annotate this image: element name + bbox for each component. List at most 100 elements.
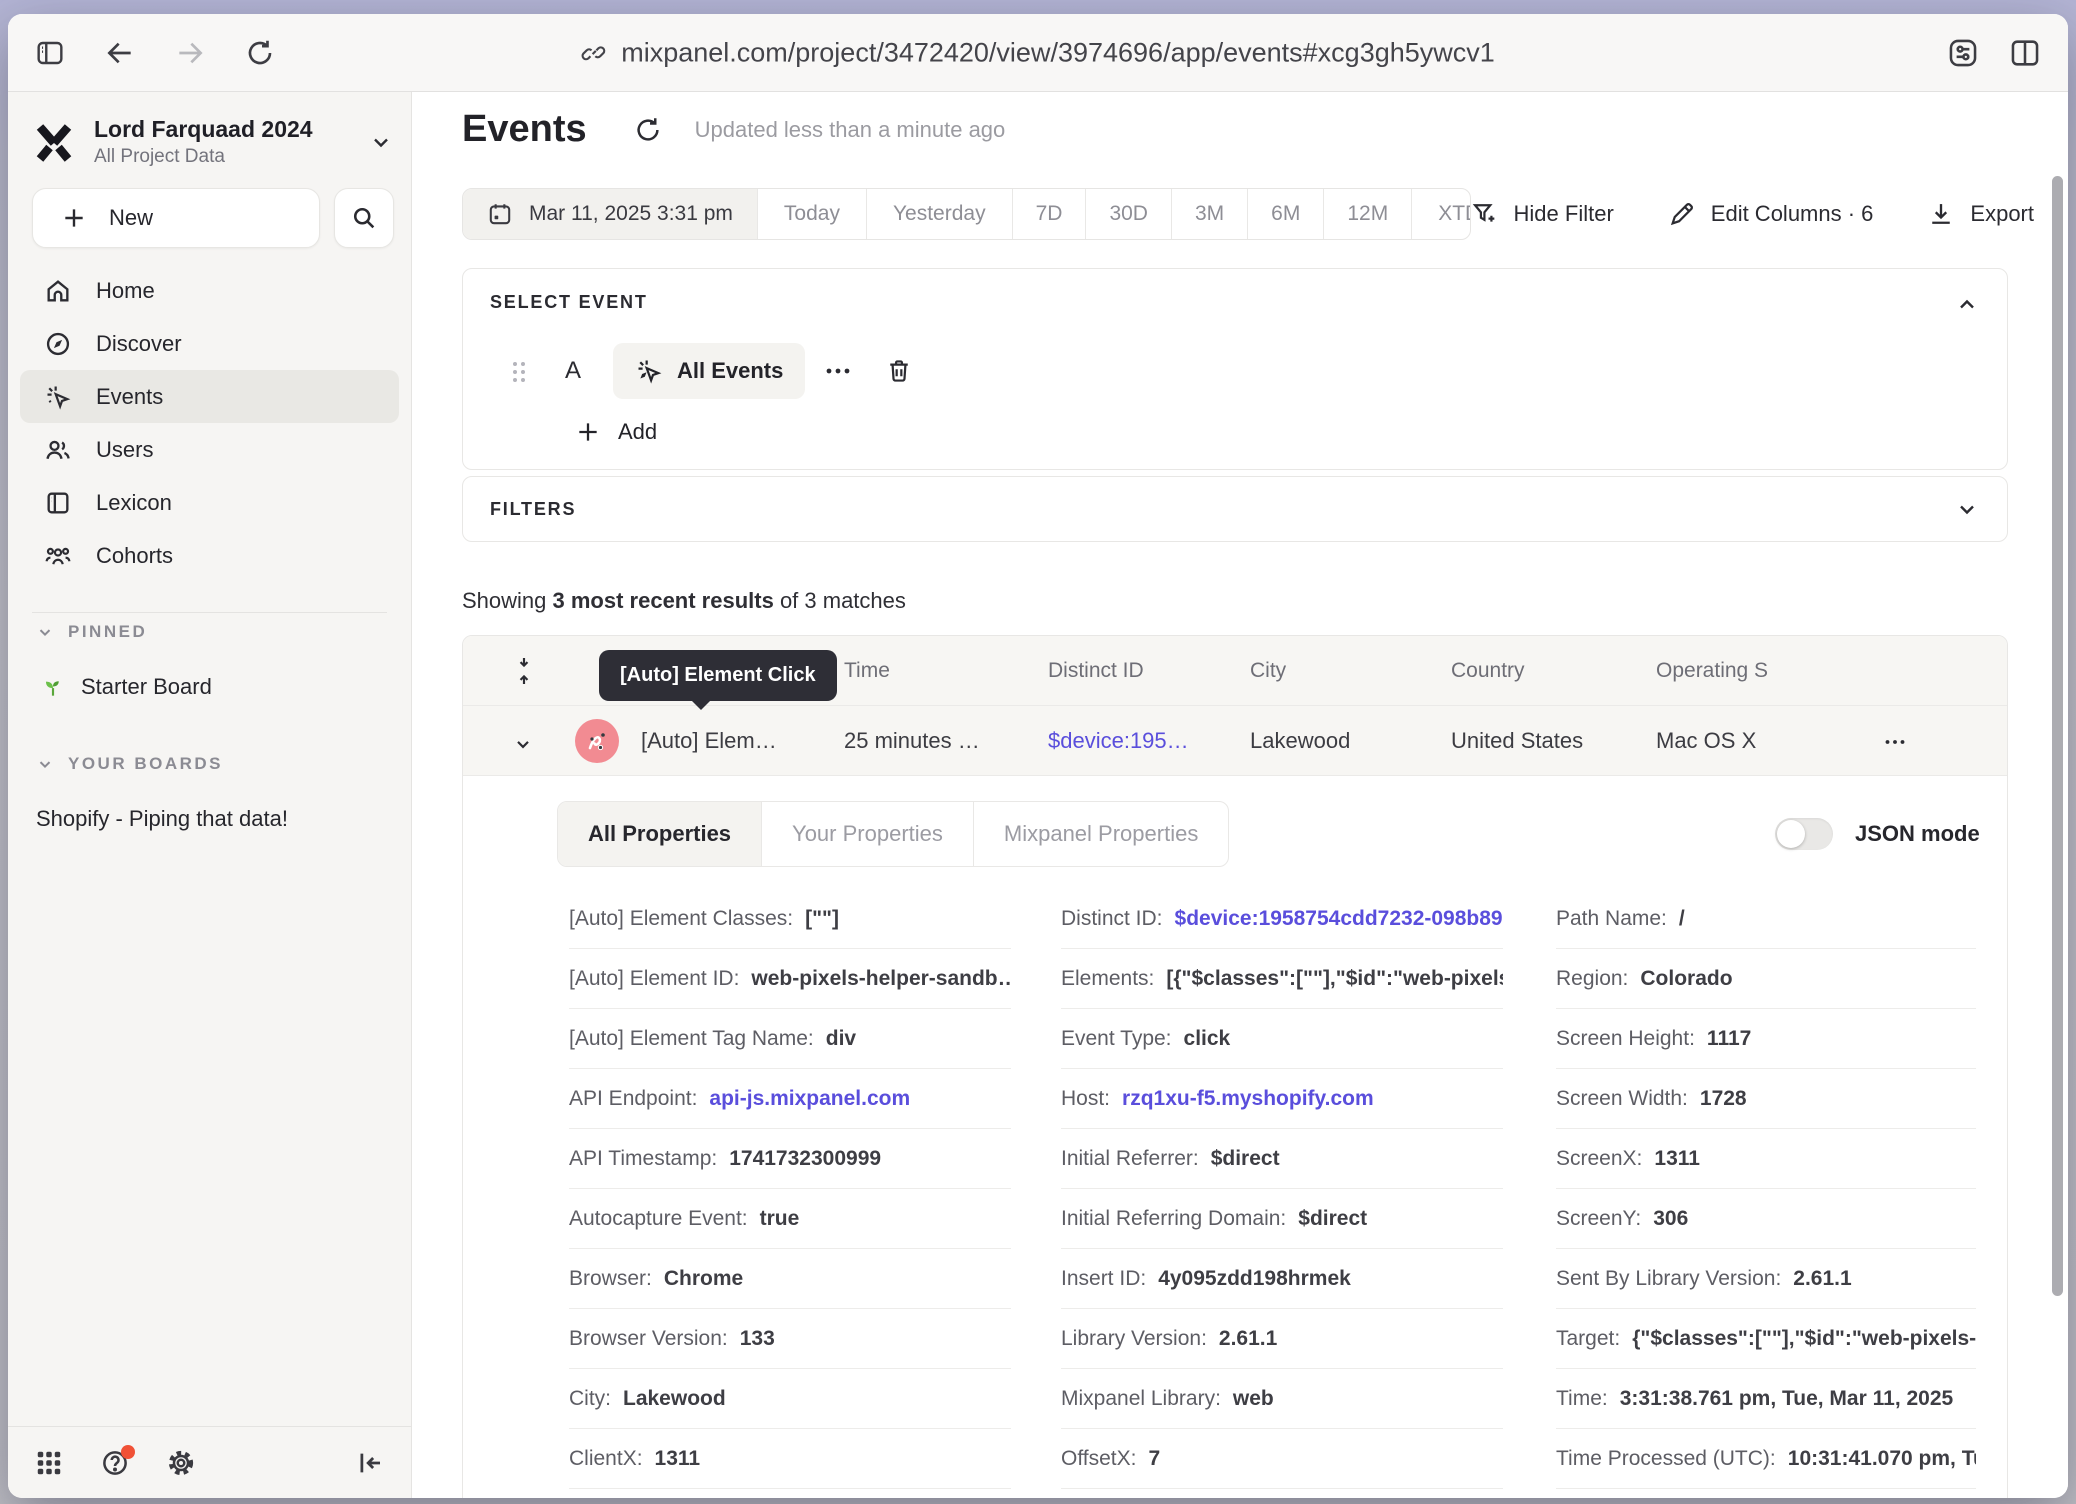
- property-row: Insert ID:4y095zdd198hrmek: [1061, 1249, 1503, 1309]
- back-icon[interactable]: [104, 37, 136, 69]
- column-header-time[interactable]: Time: [844, 659, 890, 683]
- refresh-results-icon[interactable]: [633, 115, 663, 145]
- chevron-down-icon[interactable]: [513, 734, 533, 754]
- column-header-country[interactable]: Country: [1451, 659, 1525, 683]
- property-row: Event Type:click: [1061, 1009, 1503, 1069]
- sidebar-item-label: Lexicon: [96, 490, 172, 516]
- column-header-city[interactable]: City: [1250, 659, 1286, 683]
- sidebar-item-label: Home: [96, 278, 155, 304]
- new-button-label: New: [109, 205, 153, 231]
- sidebar-item-events[interactable]: Events: [20, 370, 399, 423]
- plus-icon: [61, 205, 87, 231]
- your-boards-section-header[interactable]: YOUR BOARDS: [36, 754, 223, 774]
- collapse-sidebar-icon[interactable]: [355, 1448, 385, 1478]
- event-selector-chip[interactable]: All Events: [613, 343, 805, 399]
- property-row: Screen Width:1728: [1556, 1069, 1976, 1129]
- date-toolbar: Mar 11, 2025 3:31 pm Today Yesterday 7D …: [462, 188, 2034, 240]
- board-item-starter[interactable]: Starter Board: [40, 674, 212, 700]
- sprout-icon: [40, 674, 66, 700]
- help-icon[interactable]: [100, 1448, 130, 1478]
- pinned-section-header[interactable]: PINNED: [36, 622, 147, 642]
- trash-icon[interactable]: [885, 357, 913, 385]
- property-row: Mixpanel Library:web: [1061, 1369, 1503, 1429]
- search-button[interactable]: [334, 188, 394, 248]
- column-header-distinct-id[interactable]: Distinct ID: [1048, 659, 1144, 683]
- sidebar-item-lexicon[interactable]: Lexicon: [20, 476, 399, 529]
- column-header-operating-system[interactable]: Operating S: [1656, 659, 1768, 683]
- split-view-icon[interactable]: [2008, 36, 2042, 70]
- more-options-icon[interactable]: [825, 365, 851, 377]
- range-12m[interactable]: 12M: [1323, 189, 1411, 239]
- search-icon: [350, 204, 378, 232]
- range-30d[interactable]: 30D: [1085, 189, 1171, 239]
- sidebar-item-discover[interactable]: Discover: [20, 317, 399, 370]
- refresh-icon[interactable]: [244, 37, 276, 69]
- property-row: Time Processed (UTC):10:31:41.070 pm, Tu…: [1556, 1429, 1976, 1489]
- range-3m[interactable]: 3M: [1171, 189, 1247, 239]
- drag-handle-icon[interactable]: [509, 359, 529, 385]
- chevron-down-icon[interactable]: [369, 130, 393, 154]
- properties-column-2: Distinct ID:$device:1958754cdd7232-098b8…: [1061, 889, 1503, 1489]
- tab-all-properties[interactable]: All Properties: [558, 802, 761, 866]
- chevron-up-icon[interactable]: [1955, 293, 1979, 317]
- sidebar-item-cohorts[interactable]: Cohorts: [20, 529, 399, 582]
- tab-your-properties[interactable]: Your Properties: [761, 802, 973, 866]
- collapse-rows-icon[interactable]: [511, 655, 537, 687]
- property-row: Autocapture Event:true: [569, 1189, 1011, 1249]
- tab-mixpanel-properties[interactable]: Mixpanel Properties: [973, 802, 1228, 866]
- property-row: [Auto] Element Tag Name:div: [569, 1009, 1011, 1069]
- property-row: Initial Referring Domain:$direct: [1061, 1189, 1503, 1249]
- main-content: Events Updated less than a minute ago Ma…: [412, 92, 2068, 1498]
- cell-distinct-id[interactable]: $device:195…: [1048, 728, 1189, 754]
- page-title: Events: [462, 108, 587, 151]
- property-row: Distinct ID:$device:1958754cdd7232-098b8…: [1061, 889, 1503, 949]
- json-mode-toggle[interactable]: [1775, 818, 1833, 850]
- property-row: ScreenY:306: [1556, 1189, 1976, 1249]
- property-row: Browser Version:133: [569, 1309, 1011, 1369]
- gear-icon[interactable]: [166, 1448, 196, 1478]
- range-xtd[interactable]: XTD: [1411, 189, 1470, 239]
- forward-icon[interactable]: [174, 37, 206, 69]
- sidebar-item-users[interactable]: Users: [20, 423, 399, 476]
- sidebar-toggle-icon[interactable]: [34, 37, 66, 69]
- property-row: Browser:Chrome: [569, 1249, 1011, 1309]
- updated-status: Updated less than a minute ago: [695, 117, 1006, 143]
- results-summary: Showing 3 most recent results of 3 match…: [462, 588, 906, 614]
- link-icon: [581, 40, 607, 66]
- range-today[interactable]: Today: [757, 189, 866, 239]
- events-table: [Auto] Element Click Time Distinct ID Ci…: [462, 635, 2008, 1498]
- apps-grid-icon[interactable]: [34, 1448, 64, 1478]
- new-button[interactable]: New: [32, 188, 320, 248]
- range-yesterday[interactable]: Yesterday: [866, 189, 1012, 239]
- chevron-down-icon: [36, 755, 54, 773]
- sidebar-item-home[interactable]: Home: [20, 264, 399, 317]
- edit-columns-button[interactable]: Edit Columns · 6: [1668, 200, 1874, 228]
- range-7d[interactable]: 7D: [1012, 189, 1086, 239]
- event-chip-label: All Events: [677, 358, 783, 384]
- sidebar-footer: [8, 1426, 411, 1498]
- event-tooltip: [Auto] Element Click: [599, 650, 837, 701]
- cell-time: 25 minutes …: [844, 728, 980, 754]
- property-row: Library Version:2.61.1: [1061, 1309, 1503, 1369]
- board-item-shopify[interactable]: Shopify - Piping that data!: [36, 806, 288, 832]
- select-event-card: SELECT EVENT A All Events: [462, 268, 2008, 470]
- date-picker[interactable]: Mar 11, 2025 3:31 pm: [463, 189, 757, 239]
- hide-filter-button[interactable]: Hide Filter: [1471, 200, 1614, 228]
- vertical-scrollbar[interactable]: [2052, 176, 2063, 1296]
- extensions-icon[interactable]: [1946, 36, 1980, 70]
- property-row: City:Lakewood: [569, 1369, 1011, 1429]
- sidebar-item-label: Events: [96, 384, 163, 410]
- event-table-row[interactable]: [Auto] Elem… 25 minutes … $device:195… L…: [463, 706, 2007, 776]
- add-event-button[interactable]: Add: [575, 419, 657, 445]
- address-bar[interactable]: mixpanel.com/project/3472420/view/397469…: [581, 37, 1495, 68]
- browser-toolbar: mixpanel.com/project/3472420/view/397469…: [8, 14, 2068, 92]
- properties-column-3: Path Name:/ Region:Colorado Screen Heigh…: [1556, 889, 1976, 1489]
- sidebar-nav: Home Discover Events: [20, 264, 399, 582]
- chevron-down-icon[interactable]: [1955, 497, 1979, 521]
- range-6m[interactable]: 6M: [1247, 189, 1323, 239]
- workspace-switcher[interactable]: Lord Farquaad 2024 All Project Data: [32, 110, 393, 174]
- calendar-icon: [487, 201, 513, 227]
- export-button[interactable]: Export: [1927, 200, 2034, 228]
- row-more-options-icon[interactable]: [1883, 737, 1907, 747]
- cursor-click-icon: [635, 357, 663, 385]
